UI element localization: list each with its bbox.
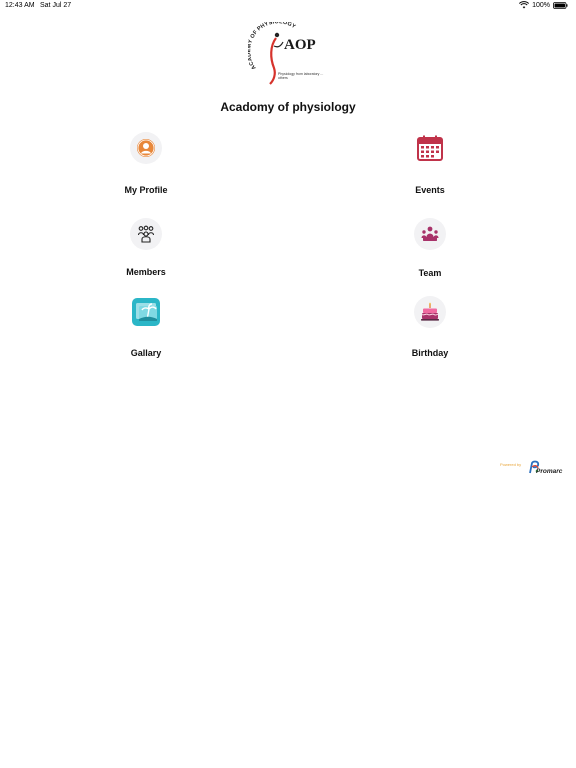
birthday-cake-icon xyxy=(421,302,439,321)
battery-percent: 100% xyxy=(532,1,550,9)
menu-tile-events[interactable]: Events xyxy=(370,132,490,212)
menu-tile-team[interactable]: Team xyxy=(370,218,490,298)
team-icon xyxy=(421,226,439,241)
members-icon-wrap xyxy=(130,218,162,250)
menu-label: Birthday xyxy=(411,348,449,358)
calendar-icon-wrap xyxy=(414,132,446,164)
menu-label: My Profile xyxy=(124,185,168,195)
battery-icon xyxy=(553,1,568,9)
calendar-icon xyxy=(417,135,443,161)
powered-by-label: Powered by xyxy=(500,462,522,467)
status-bar: 12:43 AM Sat Jul 27 100% xyxy=(0,0,576,12)
members-icon xyxy=(137,225,155,243)
menu-label: Gallary xyxy=(130,348,162,358)
profile-icon xyxy=(137,139,155,157)
menu-tile-members[interactable]: Members xyxy=(86,218,206,298)
menu-tile-gallary[interactable]: Gallary xyxy=(86,296,206,376)
gallery-icon xyxy=(132,298,160,326)
app-screen: 12:43 AM Sat Jul 27 100% ACADEMY OF PHYS… xyxy=(0,0,576,768)
birthday-icon-wrap xyxy=(414,296,446,328)
team-icon-wrap xyxy=(414,218,446,250)
wifi-icon xyxy=(519,1,530,9)
page-title: Acadomy of physiology xyxy=(220,100,356,114)
gallery-icon-wrap xyxy=(130,296,162,328)
menu-label: Events xyxy=(415,185,445,195)
status-time: 12:43 AM xyxy=(5,2,35,9)
status-right: 100% xyxy=(519,1,568,9)
menu-tile-birthday[interactable]: Birthday xyxy=(370,296,490,376)
logo-initials: AOP xyxy=(284,37,316,53)
logo-tagline: Physiology from laboratory ... others xyxy=(278,72,324,80)
powered-by-badge[interactable]: Powered by Promarc xyxy=(500,460,566,478)
menu-label: Members xyxy=(126,267,166,277)
aop-logo: ACADEMY OF PHYSIOLOGY AOP Physiology fro… xyxy=(246,19,324,86)
status-date: Sat Jul 27 xyxy=(40,2,72,9)
profile-icon-wrap xyxy=(130,132,162,164)
menu-tile-my-profile[interactable]: My Profile xyxy=(86,132,206,212)
brand-name: Promarc xyxy=(536,468,563,475)
menu-label: Team xyxy=(418,268,442,278)
